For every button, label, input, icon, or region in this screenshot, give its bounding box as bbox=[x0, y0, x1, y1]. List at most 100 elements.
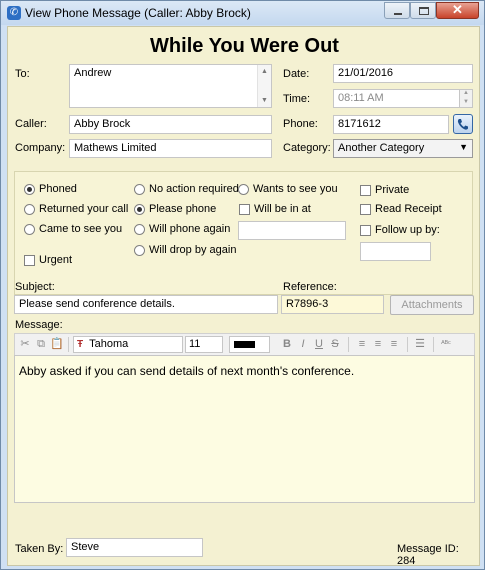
reference-field[interactable]: R7896-3 bbox=[281, 295, 384, 314]
font-type-icon: Ŧ bbox=[77, 339, 84, 350]
scroll-up-icon[interactable]: ▲ bbox=[261, 68, 268, 75]
to-label: To: bbox=[15, 68, 30, 80]
font-name-value: Tahoma bbox=[89, 338, 129, 350]
private-checkbox[interactable] bbox=[360, 185, 371, 196]
toolbar-separator bbox=[433, 337, 434, 352]
subject-label: Subject: bbox=[15, 281, 55, 293]
color-swatch-icon bbox=[234, 341, 255, 348]
phone-field[interactable]: 8171612 bbox=[333, 115, 449, 134]
will-phone-label: Will phone again bbox=[149, 223, 231, 235]
wants-to-see-label: Wants to see you bbox=[253, 183, 338, 195]
urgent-checkbox[interactable] bbox=[24, 255, 35, 266]
taken-by-label: Taken By: bbox=[15, 543, 64, 555]
follow-up-label: Follow up by: bbox=[375, 224, 440, 236]
scroll-down-icon[interactable]: ▼ bbox=[261, 97, 268, 104]
date-label: Date: bbox=[283, 68, 310, 80]
toolbar-separator bbox=[407, 337, 408, 352]
format-toolbar: ✂ ⧉ 📋 Ŧ Tahoma 11 B I U S ≡ ≡ ≡ ☰ ᴬᴮᶜ bbox=[14, 333, 475, 355]
date-field[interactable]: 21/01/2016 bbox=[333, 64, 473, 83]
copy-icon[interactable]: ⧉ bbox=[34, 337, 48, 351]
window-title: View Phone Message (Caller: Abby Brock) bbox=[25, 6, 251, 20]
reference-label: Reference: bbox=[283, 281, 337, 293]
align-center-icon[interactable]: ≡ bbox=[371, 337, 385, 351]
font-name-box[interactable]: Ŧ Tahoma bbox=[73, 336, 183, 353]
will-be-in-label: Will be in at bbox=[254, 203, 311, 215]
close-button[interactable]: ✕ bbox=[436, 2, 479, 19]
attachments-button[interactable]: Attachments bbox=[390, 295, 474, 315]
paste-icon[interactable]: 📋 bbox=[50, 337, 64, 351]
align-left-icon[interactable]: ≡ bbox=[355, 337, 369, 351]
maximize-button[interactable] bbox=[410, 2, 436, 19]
title-bar[interactable]: ✆ View Phone Message (Caller: Abby Brock… bbox=[1, 1, 484, 25]
no-action-label: No action required bbox=[149, 183, 239, 195]
minimize-icon bbox=[394, 13, 402, 15]
will-phone-radio[interactable] bbox=[134, 224, 145, 235]
time-value: 08:11 AM bbox=[338, 92, 384, 104]
to-field[interactable]: Andrew ▲ ▼ bbox=[69, 64, 272, 108]
cut-icon[interactable]: ✂ bbox=[18, 337, 32, 351]
urgent-label: Urgent bbox=[39, 254, 73, 266]
font-color-picker[interactable] bbox=[229, 336, 270, 353]
returned-call-label: Returned your call bbox=[39, 203, 129, 215]
time-spinner[interactable]: ▲ ▼ bbox=[459, 90, 472, 107]
message-body[interactable]: Abby asked if you can send details of ne… bbox=[14, 355, 475, 503]
dial-button[interactable] bbox=[453, 114, 473, 134]
message-id: Message ID: 284 bbox=[397, 543, 459, 567]
spin-up-icon[interactable]: ▲ bbox=[460, 90, 472, 98]
to-scrollbar[interactable]: ▲ ▼ bbox=[257, 65, 271, 107]
follow-up-checkbox[interactable] bbox=[360, 225, 371, 236]
came-to-see-label: Came to see you bbox=[39, 223, 123, 235]
form-heading: While You Were Out bbox=[150, 35, 339, 57]
maximize-icon bbox=[419, 7, 429, 15]
read-receipt-checkbox[interactable] bbox=[360, 204, 371, 215]
font-size-box[interactable]: 11 bbox=[185, 336, 223, 353]
spell-check-icon[interactable]: ᴬᴮᶜ bbox=[439, 337, 453, 351]
bold-icon[interactable]: B bbox=[280, 337, 294, 351]
taken-by-field[interactable]: Steve bbox=[66, 538, 203, 557]
underline-icon[interactable]: U bbox=[312, 337, 326, 351]
follow-up-date-field[interactable] bbox=[360, 242, 431, 261]
private-label: Private bbox=[375, 184, 410, 196]
phoned-radio[interactable] bbox=[24, 184, 35, 195]
subject-field[interactable]: Please send conference details. bbox=[14, 295, 278, 314]
spin-down-icon[interactable]: ▼ bbox=[460, 98, 472, 107]
time-label: Time: bbox=[283, 93, 311, 105]
toolbar-separator bbox=[348, 337, 349, 352]
dropdown-arrow-icon: ▼ bbox=[459, 142, 468, 152]
category-select[interactable]: Another Category ▼ bbox=[333, 139, 473, 158]
message-form: While You Were Out To: Andrew ▲ ▼ Date: … bbox=[7, 26, 480, 567]
caller-field[interactable]: Abby Brock bbox=[69, 115, 272, 134]
company-label: Company: bbox=[15, 142, 66, 154]
category-label: Category: bbox=[283, 142, 331, 154]
to-value: Andrew bbox=[74, 67, 112, 79]
phone-label: Phone: bbox=[283, 118, 318, 130]
minimize-button[interactable] bbox=[384, 2, 410, 19]
read-receipt-label: Read Receipt bbox=[375, 203, 442, 215]
align-right-icon[interactable]: ≡ bbox=[387, 337, 401, 351]
phone-message-window: ✆ View Phone Message (Caller: Abby Brock… bbox=[0, 0, 485, 570]
wants-to-see-radio[interactable] bbox=[238, 184, 249, 195]
please-phone-label: Please phone bbox=[149, 203, 217, 215]
company-field[interactable]: Mathews Limited bbox=[69, 139, 272, 158]
italic-icon[interactable]: I bbox=[296, 337, 310, 351]
came-to-see-radio[interactable] bbox=[24, 224, 35, 235]
returned-call-radio[interactable] bbox=[24, 204, 35, 215]
no-action-radio[interactable] bbox=[134, 184, 145, 195]
will-be-in-field[interactable] bbox=[238, 221, 346, 240]
category-value: Another Category bbox=[338, 142, 425, 154]
will-drop-radio[interactable] bbox=[134, 245, 145, 256]
please-phone-radio[interactable] bbox=[134, 204, 145, 215]
will-be-in-checkbox[interactable] bbox=[239, 204, 250, 215]
will-drop-label: Will drop by again bbox=[149, 244, 237, 256]
caller-label: Caller: bbox=[15, 118, 47, 130]
app-icon: ✆ bbox=[7, 6, 21, 20]
toolbar-separator bbox=[68, 337, 69, 352]
phoned-label: Phoned bbox=[39, 183, 77, 195]
strikethrough-icon[interactable]: S bbox=[328, 337, 342, 351]
bullet-list-icon[interactable]: ☰ bbox=[413, 337, 427, 351]
phone-icon bbox=[457, 119, 468, 130]
time-field[interactable]: 08:11 AM ▲ ▼ bbox=[333, 89, 473, 108]
message-label: Message: bbox=[15, 319, 63, 331]
close-icon: ✕ bbox=[452, 2, 463, 17]
message-options-group: Phoned Returned your call Came to see yo… bbox=[14, 171, 473, 295]
